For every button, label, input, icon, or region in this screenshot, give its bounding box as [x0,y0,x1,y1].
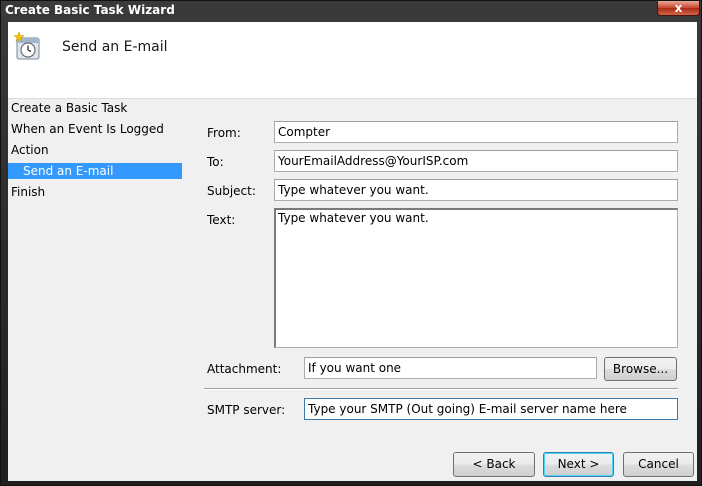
close-icon: x [674,1,683,15]
to-label: To: [207,155,224,169]
from-field[interactable]: Compter [274,121,678,143]
wizard-window: Create Basic Task Wizard x Send an E-mai… [0,0,702,486]
browse-button[interactable]: Browse... [604,357,677,381]
close-button[interactable]: x [657,1,700,16]
nav-step-action[interactable]: Action [11,143,49,157]
to-field[interactable]: YourEmailAddress@YourISP.com [274,150,678,172]
wizard-step-nav: Create a Basic Task When an Event Is Log… [8,100,184,481]
back-button[interactable]: < Back [453,452,535,477]
text-label: Text: [207,213,236,227]
attachment-label: Attachment: [207,362,282,376]
smtp-server-label: SMTP server: [207,403,286,417]
next-button[interactable]: Next > [543,452,614,477]
page-title: Send an E-mail [62,39,168,55]
nav-step-create-basic-task[interactable]: Create a Basic Task [11,101,127,115]
smtp-server-field[interactable]: Type your SMTP (Out going) E-mail server… [304,398,678,420]
subject-label: Subject: [207,184,256,198]
wizard-header: Send an E-mail [8,22,697,99]
attachment-field[interactable]: If you want one [304,357,597,379]
nav-step-send-email[interactable]: Send an E-mail [8,163,182,179]
nav-step-event-logged[interactable]: When an Event Is Logged [11,122,164,136]
text-area[interactable]: Type whatever you want. [274,208,678,348]
from-label: From: [207,126,241,140]
subject-field[interactable]: Type whatever you want. [274,179,678,201]
form-divider [204,388,678,390]
title-bar[interactable]: Create Basic Task Wizard x [1,1,701,21]
cancel-button[interactable]: Cancel [623,452,694,477]
window-title: Create Basic Task Wizard [5,3,175,17]
task-scheduler-clock-icon [13,31,40,60]
nav-step-finish[interactable]: Finish [11,185,45,199]
wizard-client-area: Send an E-mail Create a Basic Task When … [8,22,697,481]
